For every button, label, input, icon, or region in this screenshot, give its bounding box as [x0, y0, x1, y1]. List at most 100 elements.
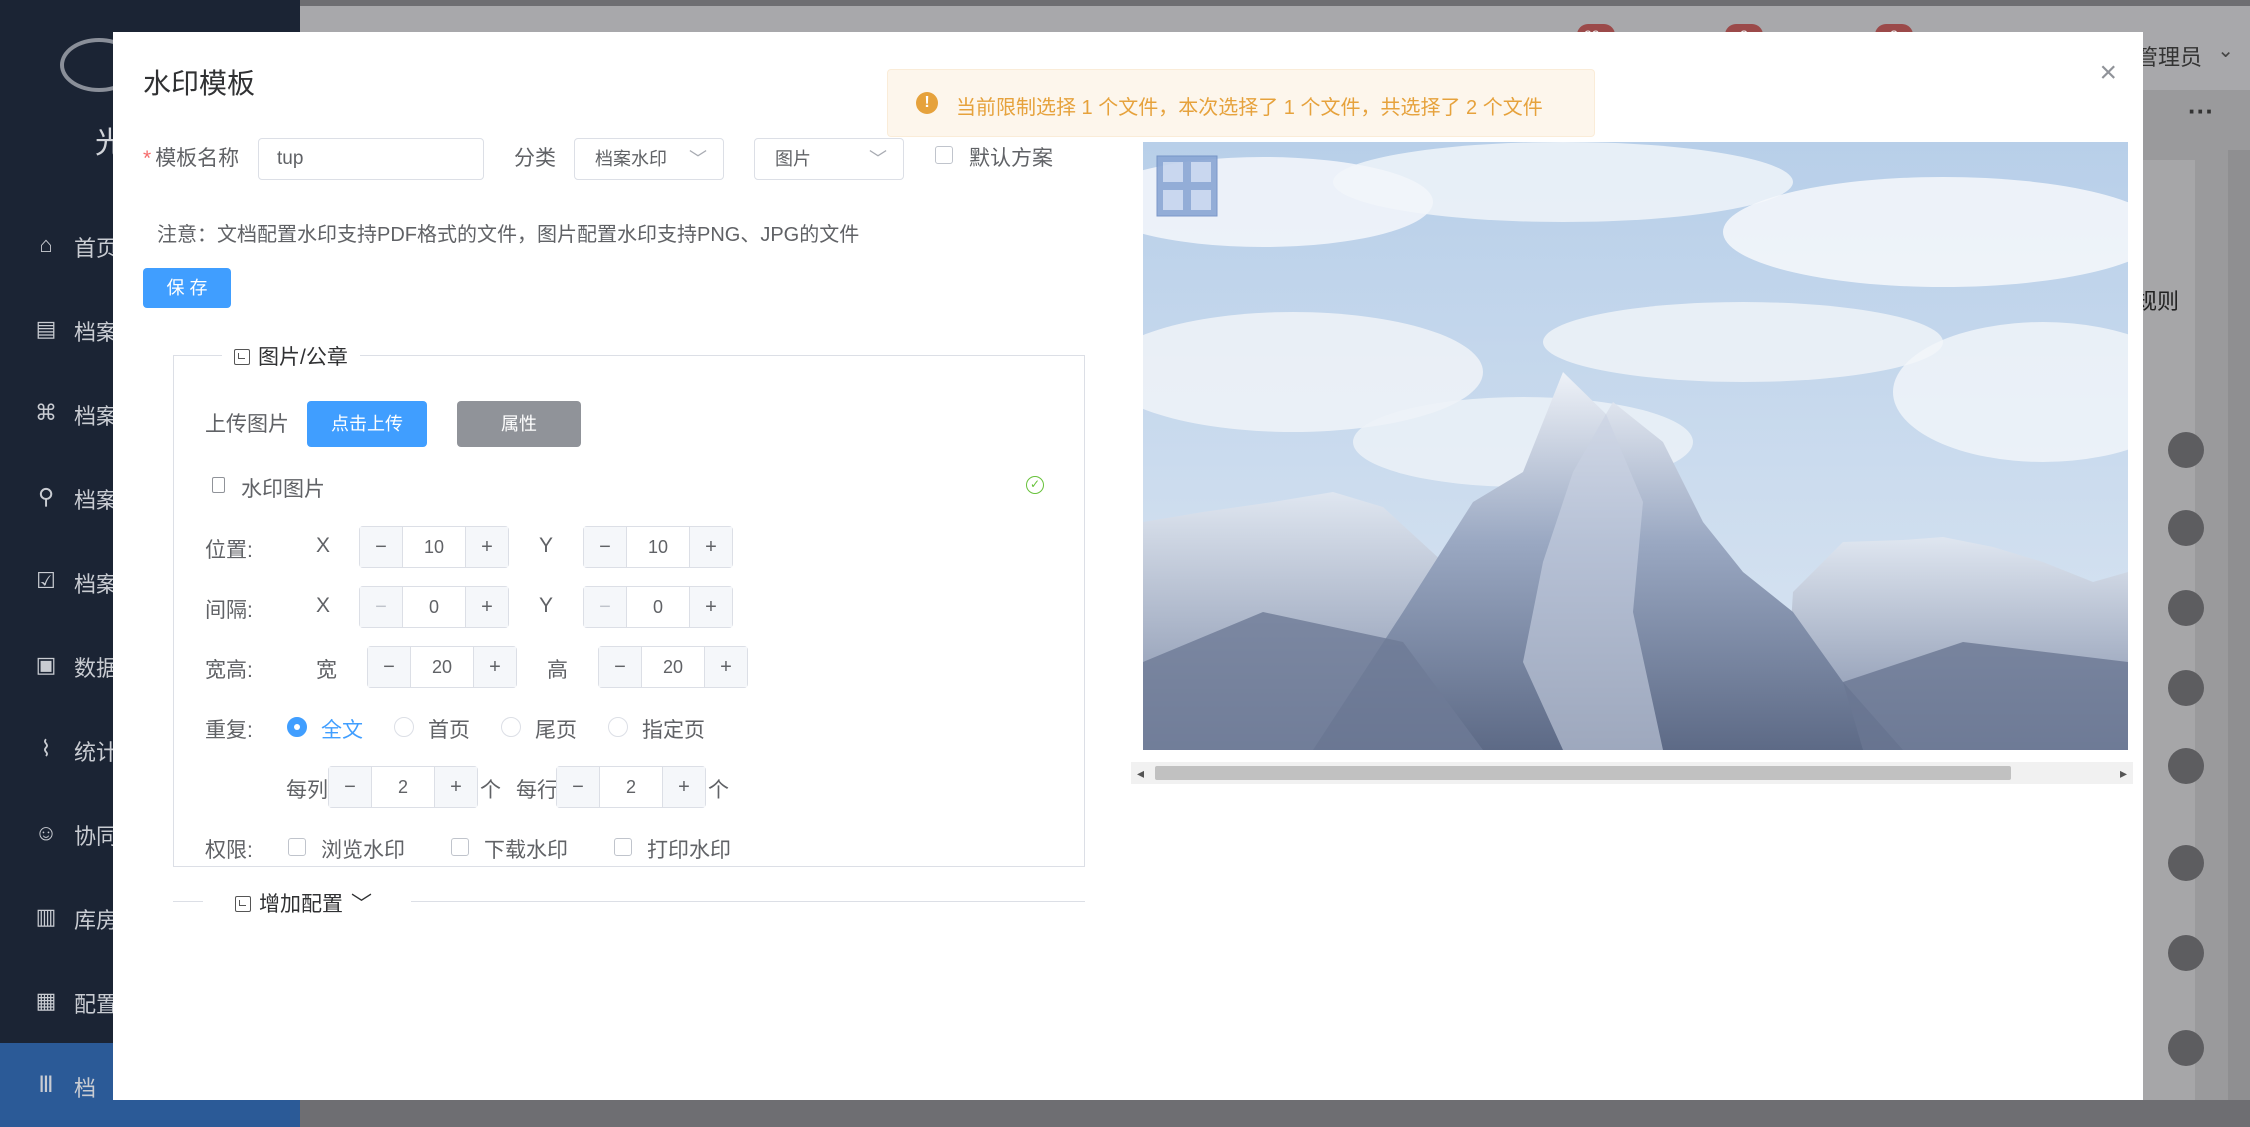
folder-add-icon [235, 896, 251, 912]
repeat-option-label[interactable]: 指定页 [642, 714, 705, 744]
page-scrollbar[interactable] [2228, 150, 2250, 1100]
default-plan-checkbox[interactable] [935, 146, 953, 164]
width-stepper[interactable]: − 20 + [367, 646, 517, 688]
per-row-unit: 个 [708, 779, 729, 802]
settings-icon: ▦ [35, 988, 57, 1013]
sidebar-item-label: 统计 [74, 740, 119, 765]
background-avatar [2168, 590, 2204, 626]
permission-option-label[interactable]: 打印水印 [647, 834, 731, 864]
decrease-button[interactable]: − [368, 647, 411, 687]
user-name[interactable]: 管理员 [2136, 40, 2202, 72]
size-label: 宽高: [205, 659, 253, 682]
spacing-x-label: X [316, 594, 331, 617]
chevron-down-icon[interactable]: ⌄ [2217, 38, 2234, 63]
archive-box-icon: ▤ [35, 316, 57, 341]
save-button[interactable]: 保 存 [143, 268, 231, 308]
permission-option-label[interactable]: 浏览水印 [321, 834, 405, 864]
repeat-radio-specified[interactable] [608, 717, 628, 737]
spacing-y-stepper[interactable]: − 0 + [583, 586, 733, 628]
increase-button[interactable]: + [662, 767, 705, 807]
sidebar-item-label: 档案 [74, 320, 119, 345]
sidebar-item-label: 协同 [74, 824, 119, 849]
background-avatar [2168, 935, 2204, 971]
decrease-button[interactable]: − [329, 767, 372, 807]
upload-image-label: 上传图片 [205, 413, 289, 436]
uploaded-file-name[interactable]: 水印图片 [241, 473, 325, 503]
add-config-toggle[interactable]: 增加配置 ﹀ [223, 888, 384, 918]
repeat-option-label[interactable]: 全文 [321, 714, 363, 744]
permission-option-label[interactable]: 下载水印 [484, 834, 568, 864]
per-column-stepper[interactable]: − 2 + [328, 766, 478, 808]
clipboard-check-icon: ☑ [36, 568, 56, 593]
repeat-option-label[interactable]: 首页 [428, 714, 470, 744]
scroll-left-icon[interactable]: ◂ [1137, 765, 1144, 782]
repeat-radio-last[interactable] [501, 717, 521, 737]
home-icon: ⌂ [39, 232, 53, 257]
search-icon: ⚲ [37, 484, 55, 509]
sidebar-item-label: 档案 [74, 572, 119, 597]
sidebar-item-label: 库房 [74, 908, 119, 933]
increase-button[interactable]: + [465, 527, 508, 567]
template-name-input[interactable]: tup [258, 138, 484, 180]
bank-icon: ⌘ [35, 400, 57, 425]
increase-button[interactable]: + [434, 767, 477, 807]
decrease-button[interactable]: − [599, 647, 642, 687]
decrease-button[interactable]: − [360, 527, 403, 567]
increase-button[interactable]: + [689, 587, 732, 627]
position-x-stepper[interactable]: − 10 + [359, 526, 509, 568]
watermark-template-dialog: 水印模板 × * 模板名称 tup 分类 档案水印 ﹀ 图片 ﹀ 默认方案 注意：… [113, 32, 2143, 1100]
background-avatar [2168, 748, 2204, 784]
upload-button[interactable]: 点击上传 [307, 401, 427, 447]
format-note: 注意：文档配置水印支持PDF格式的文件，图片配置水印支持PNG、JPG的文件 [157, 224, 860, 246]
decrease-button[interactable]: − [584, 587, 627, 627]
print-watermark-checkbox[interactable] [614, 838, 632, 856]
repeat-radio-full[interactable] [287, 717, 307, 737]
spacing-x-stepper[interactable]: − 0 + [359, 586, 509, 628]
scrollbar-thumb[interactable] [1155, 766, 2011, 780]
position-y-label: Y [539, 534, 554, 557]
sidebar-item-label: 首页 [74, 236, 119, 261]
increase-button[interactable]: + [689, 527, 732, 567]
dialog-title: 水印模板 [143, 68, 256, 99]
increase-button[interactable]: + [465, 587, 508, 627]
more-icon[interactable]: ··· [2188, 96, 2214, 127]
scroll-right-icon[interactable]: ▸ [2120, 765, 2127, 782]
repeat-option-label[interactable]: 尾页 [535, 714, 577, 744]
users-icon: ☺ [34, 820, 58, 845]
spacing-label: 间隔: [205, 599, 253, 622]
chevron-down-icon: ﹀ [869, 149, 887, 169]
per-row-stepper[interactable]: − 2 + [556, 766, 706, 808]
chevron-down-icon: ﹀ [689, 149, 707, 169]
folder-icon [234, 349, 250, 365]
background-avatar [2168, 845, 2204, 881]
browse-watermark-checkbox[interactable] [288, 838, 306, 856]
attributes-button[interactable]: 属性 [457, 401, 581, 447]
chart-icon: ⌇ [40, 736, 52, 761]
sidebar-item-label: 档案 [74, 404, 119, 429]
height-label: 高 [547, 659, 568, 682]
decrease-button[interactable]: − [360, 587, 403, 627]
download-watermark-checkbox[interactable] [451, 838, 469, 856]
check-circle-icon: ✓ [1026, 476, 1044, 494]
increase-button[interactable]: + [473, 647, 516, 687]
background-avatar [2168, 1030, 2204, 1066]
building-icon: ▥ [35, 904, 57, 929]
toast-message: 当前限制选择 1 个文件，本次选择了 1 个文件，共选择了 2 个文件 [956, 97, 1543, 119]
warning-icon: ! [916, 92, 938, 114]
height-stepper[interactable]: − 20 + [598, 646, 748, 688]
category-select[interactable]: 档案水印 ﹀ [574, 138, 724, 180]
sidebar-item-label: 数据 [74, 656, 119, 681]
per-column-unit: 个 [480, 779, 501, 802]
spacing-y-label: Y [539, 594, 554, 617]
decrease-button[interactable]: − [557, 767, 600, 807]
repeat-radio-first[interactable] [394, 717, 414, 737]
close-icon[interactable]: × [2099, 58, 2117, 88]
decrease-button[interactable]: − [584, 527, 627, 567]
default-plan-label: 默认方案 [969, 147, 1053, 170]
preview-horizontal-scrollbar[interactable]: ◂ ▸ [1131, 762, 2133, 784]
document-icon [212, 477, 225, 493]
per-row-label: 每行 [516, 779, 558, 802]
increase-button[interactable]: + [704, 647, 747, 687]
type-select[interactable]: 图片 ﹀ [754, 138, 904, 180]
position-y-stepper[interactable]: − 10 + [583, 526, 733, 568]
